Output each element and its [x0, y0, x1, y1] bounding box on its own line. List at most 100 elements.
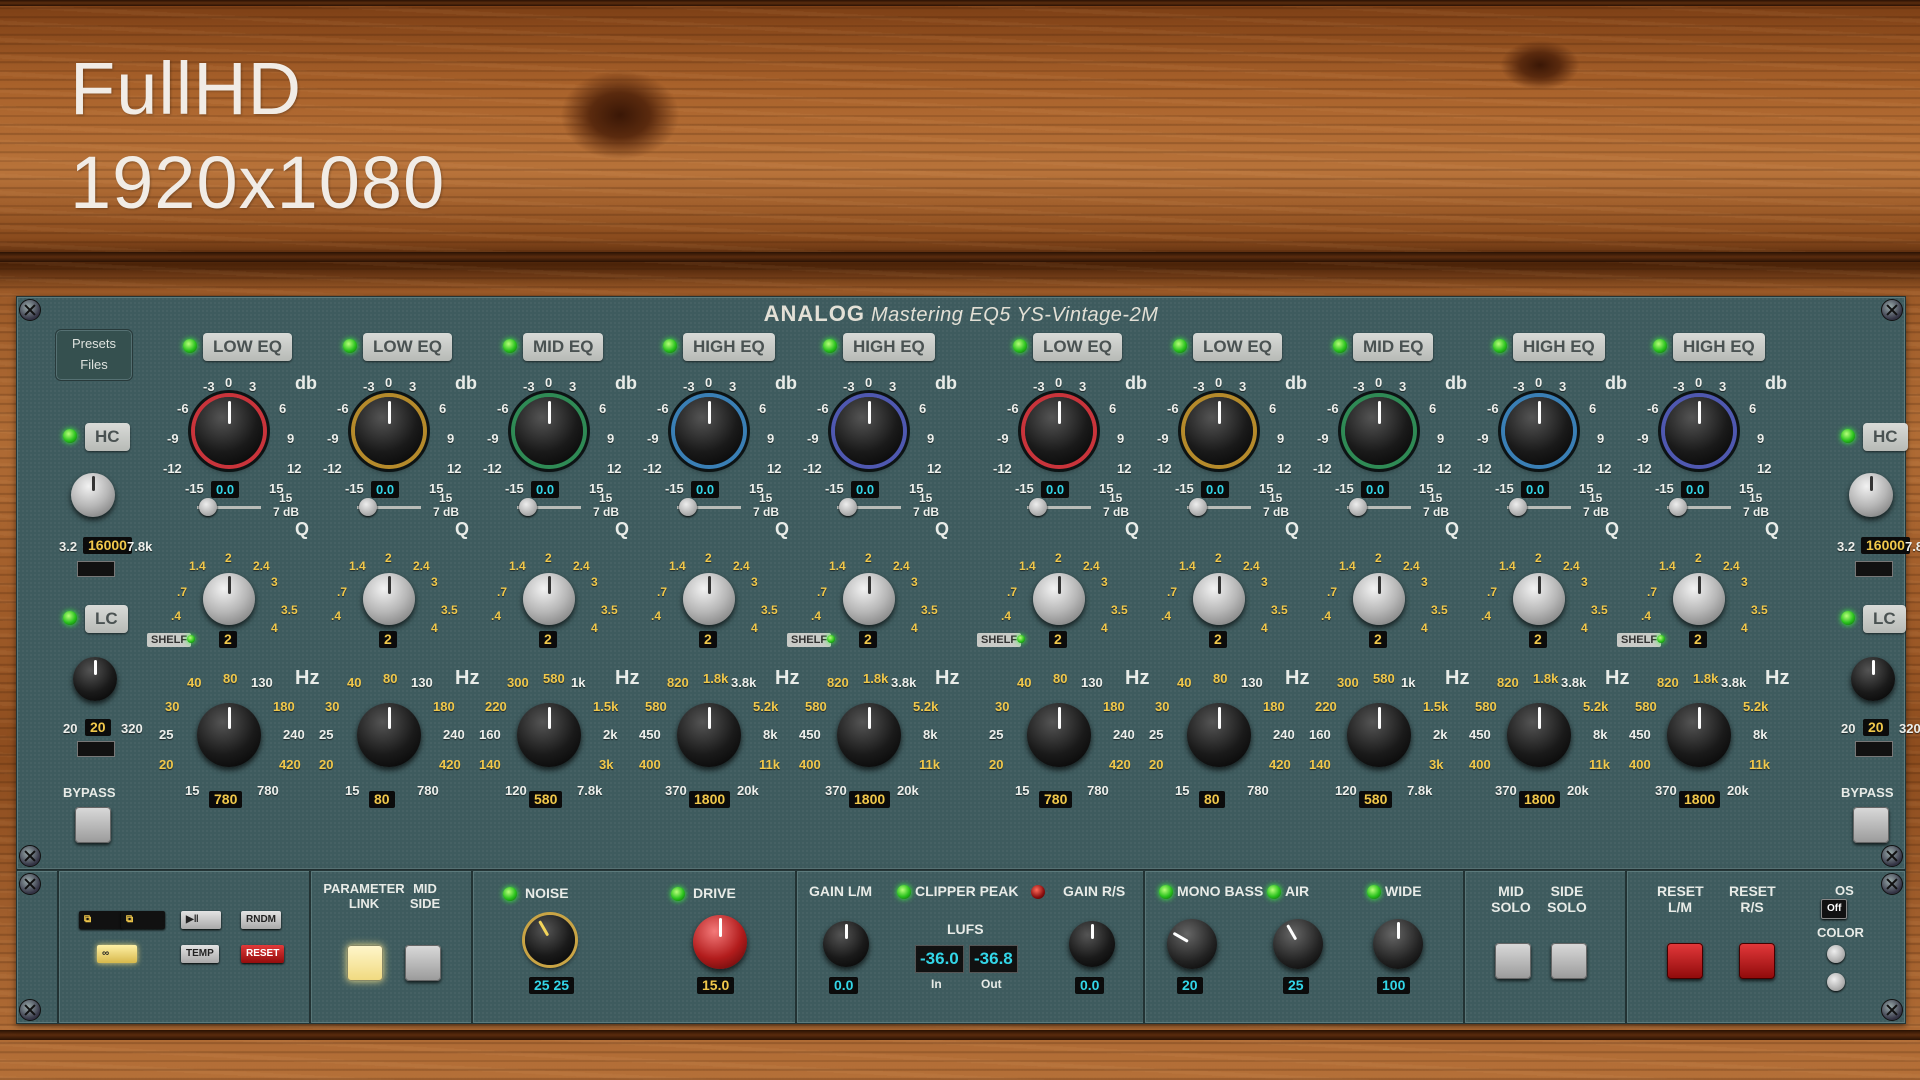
q-knob[interactable]	[843, 573, 895, 625]
gain-knob[interactable]	[1025, 397, 1093, 465]
band-type-label[interactable]: HIGH EQ	[1673, 333, 1765, 361]
presets-files-button[interactable]: Presets Files	[55, 329, 133, 381]
play-pause-button[interactable]: ▶‖	[181, 911, 221, 929]
lc-enable-led[interactable]	[63, 611, 77, 625]
mono-bass-knob[interactable]	[1167, 919, 1217, 969]
band-type-label[interactable]: LOW EQ	[1033, 333, 1122, 361]
temp-button[interactable]: TEMP	[181, 945, 219, 963]
oversampling-select[interactable]: Off	[1821, 899, 1848, 919]
air-led[interactable]	[1267, 885, 1281, 899]
ab-loop-icon[interactable]: ∞	[97, 945, 137, 963]
band-enable-led[interactable]	[183, 339, 197, 353]
high-cut-knob[interactable]	[1849, 473, 1893, 517]
frequency-knob[interactable]	[1507, 703, 1571, 767]
low-cut-knob[interactable]	[73, 657, 117, 701]
band-type-label[interactable]: MID EQ	[1353, 333, 1434, 361]
gain-knob[interactable]	[1665, 397, 1733, 465]
reset-button[interactable]: RESET	[241, 945, 285, 963]
band-enable-led[interactable]	[663, 339, 677, 353]
gain-range-slider[interactable]	[519, 498, 537, 516]
air-knob[interactable]	[1273, 919, 1323, 969]
gain-range-slider[interactable]	[1189, 498, 1207, 516]
high-cut-knob[interactable]	[71, 473, 115, 517]
noise-knob[interactable]	[525, 915, 575, 965]
gain-knob[interactable]	[1185, 397, 1253, 465]
band-type-label[interactable]: HIGH EQ	[1513, 333, 1605, 361]
band-enable-led[interactable]	[1333, 339, 1347, 353]
gain-rs-knob[interactable]	[1069, 921, 1115, 967]
band-type-label[interactable]: LOW EQ	[363, 333, 452, 361]
q-knob[interactable]	[523, 573, 575, 625]
q-knob[interactable]	[1673, 573, 1725, 625]
clipper-led[interactable]	[897, 885, 911, 899]
reset-rs-button[interactable]	[1739, 943, 1775, 979]
frequency-knob[interactable]	[1347, 703, 1411, 767]
gain-range-slider[interactable]	[1029, 498, 1047, 516]
band-enable-led[interactable]	[1013, 339, 1027, 353]
gain-range-slider[interactable]	[1669, 498, 1687, 516]
shelf-toggle[interactable]: SHELF	[977, 633, 1022, 647]
q-knob[interactable]	[1353, 573, 1405, 625]
gain-range-slider[interactable]	[359, 498, 377, 516]
band-enable-led[interactable]	[1653, 339, 1667, 353]
gain-knob[interactable]	[675, 397, 743, 465]
drive-led[interactable]	[671, 887, 685, 901]
snapshot-b-button[interactable]: ⧉	[121, 911, 165, 929]
reset-lm-button[interactable]	[1667, 943, 1703, 979]
gain-knob[interactable]	[195, 397, 263, 465]
frequency-knob[interactable]	[837, 703, 901, 767]
gain-knob[interactable]	[1505, 397, 1573, 465]
bypass-toggle[interactable]	[1853, 807, 1889, 843]
parameter-link-toggle[interactable]	[347, 945, 383, 981]
frequency-knob[interactable]	[517, 703, 581, 767]
mid-solo-toggle[interactable]	[1495, 943, 1531, 979]
mid-side-toggle[interactable]	[405, 945, 441, 981]
frequency-knob[interactable]	[1667, 703, 1731, 767]
frequency-knob[interactable]	[357, 703, 421, 767]
shelf-toggle[interactable]: SHELF	[1617, 633, 1662, 647]
gain-range-slider[interactable]	[679, 498, 697, 516]
drive-knob[interactable]	[693, 915, 747, 969]
lc-label[interactable]: LC	[1863, 605, 1906, 633]
frequency-knob[interactable]	[677, 703, 741, 767]
band-type-label[interactable]: HIGH EQ	[843, 333, 935, 361]
gain-lm-knob[interactable]	[823, 921, 869, 967]
hc-label[interactable]: HC	[1863, 423, 1908, 451]
band-enable-led[interactable]	[1173, 339, 1187, 353]
lc-label[interactable]: LC	[85, 605, 128, 633]
color-option-1[interactable]	[1827, 945, 1845, 963]
band-type-label[interactable]: MID EQ	[523, 333, 604, 361]
side-solo-toggle[interactable]	[1551, 943, 1587, 979]
gain-range-slider[interactable]	[1509, 498, 1527, 516]
gain-knob[interactable]	[835, 397, 903, 465]
q-knob[interactable]	[1033, 573, 1085, 625]
band-type-label[interactable]: LOW EQ	[1193, 333, 1282, 361]
q-knob[interactable]	[1193, 573, 1245, 625]
noise-led[interactable]	[503, 887, 517, 901]
random-button[interactable]: RNDM	[241, 911, 281, 929]
shelf-toggle[interactable]: SHELF	[147, 633, 192, 647]
mono-bass-led[interactable]	[1159, 885, 1173, 899]
band-enable-led[interactable]	[503, 339, 517, 353]
color-option-2[interactable]	[1827, 973, 1845, 991]
q-knob[interactable]	[1513, 573, 1565, 625]
band-enable-led[interactable]	[1493, 339, 1507, 353]
gain-knob[interactable]	[355, 397, 423, 465]
hc-enable-led[interactable]	[1841, 429, 1855, 443]
shelf-toggle[interactable]: SHELF	[787, 633, 832, 647]
wide-led[interactable]	[1367, 885, 1381, 899]
gain-range-slider[interactable]	[1349, 498, 1367, 516]
hc-label[interactable]: HC	[85, 423, 130, 451]
band-enable-led[interactable]	[823, 339, 837, 353]
frequency-knob[interactable]	[1187, 703, 1251, 767]
gain-range-slider[interactable]	[199, 498, 217, 516]
band-type-label[interactable]: HIGH EQ	[683, 333, 775, 361]
gain-knob[interactable]	[1345, 397, 1413, 465]
low-cut-knob[interactable]	[1851, 657, 1895, 701]
frequency-knob[interactable]	[197, 703, 261, 767]
frequency-knob[interactable]	[1027, 703, 1091, 767]
hc-enable-led[interactable]	[63, 429, 77, 443]
band-type-label[interactable]: LOW EQ	[203, 333, 292, 361]
gain-range-slider[interactable]	[839, 498, 857, 516]
gain-knob[interactable]	[515, 397, 583, 465]
